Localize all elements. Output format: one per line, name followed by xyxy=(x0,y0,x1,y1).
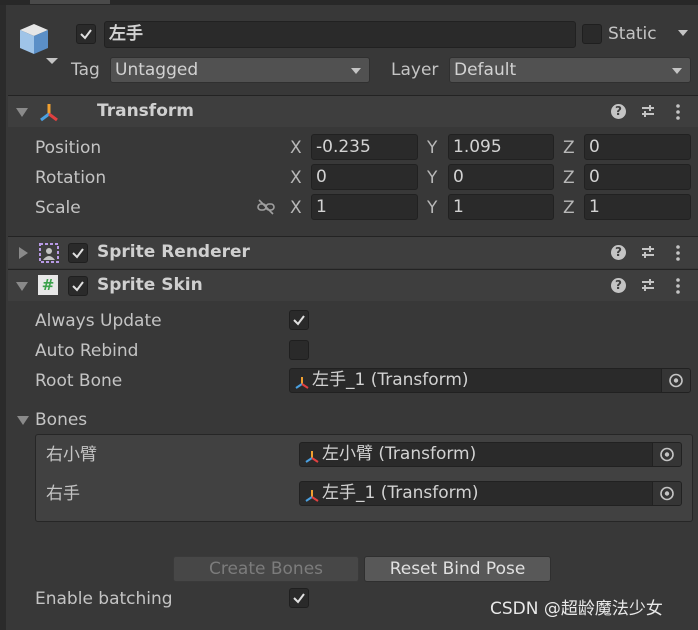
transform-axes-icon xyxy=(304,447,320,466)
enable-batching-checkbox[interactable] xyxy=(289,588,309,608)
object-name-input[interactable]: 左手 xyxy=(104,21,576,48)
position-label: Position xyxy=(35,138,102,158)
help-icon[interactable]: ? xyxy=(611,245,626,260)
sprite-skin-enabled-toggle[interactable] xyxy=(68,276,88,296)
scale-y-value: 1 xyxy=(453,197,464,217)
position-y-value: 1.095 xyxy=(453,137,502,157)
scale-z-value: 1 xyxy=(589,197,600,217)
scale-z-field[interactable]: 1 xyxy=(584,194,691,220)
top-tab-stub xyxy=(30,0,110,4)
position-x-field[interactable]: -0.235 xyxy=(311,134,418,160)
enable-batching-label: Enable batching xyxy=(35,589,173,609)
bone-object-field[interactable]: 左小臂 (Transform) xyxy=(299,442,682,467)
root-bone-object-field[interactable]: 左手_1 (Transform) xyxy=(289,368,691,393)
position-z-axis[interactable]: Z xyxy=(563,138,575,158)
always-update-label: Always Update xyxy=(35,311,162,331)
root-bone-value: 左手_1 (Transform) xyxy=(312,370,469,390)
auto-rebind-checkbox[interactable] xyxy=(289,340,309,360)
sprite-renderer-header[interactable]: Sprite Renderer ? xyxy=(8,236,698,268)
help-icon[interactable]: ? xyxy=(611,104,626,119)
foldout-expanded-icon[interactable] xyxy=(16,282,28,291)
chevron-down-icon xyxy=(351,68,361,74)
rotation-y-axis[interactable]: Y xyxy=(427,168,437,188)
rotation-y-field[interactable]: 0 xyxy=(448,164,554,190)
sprite-renderer-icon xyxy=(38,242,60,269)
scale-y-field[interactable]: 1 xyxy=(448,194,554,220)
kebab-menu-icon[interactable] xyxy=(675,245,681,266)
auto-rebind-label: Auto Rebind xyxy=(35,341,139,361)
rotation-x-value: 0 xyxy=(316,167,327,187)
kebab-menu-icon[interactable] xyxy=(675,104,681,125)
scale-label: Scale xyxy=(35,198,81,218)
bone-value: 左手_1 (Transform) xyxy=(322,483,479,503)
position-x-value: -0.235 xyxy=(316,137,371,157)
object-picker-icon[interactable] xyxy=(652,443,681,466)
bone-object-field[interactable]: 左手_1 (Transform) xyxy=(299,481,682,506)
rotation-x-axis[interactable]: X xyxy=(290,168,302,188)
rotation-x-field[interactable]: 0 xyxy=(311,164,418,190)
presets-icon[interactable] xyxy=(640,103,656,124)
foldout-collapsed-icon[interactable] xyxy=(19,247,28,259)
tag-value: Untagged xyxy=(115,60,199,80)
rotation-z-axis[interactable]: Z xyxy=(563,168,575,188)
layer-label: Layer xyxy=(391,60,439,80)
scale-x-axis[interactable]: X xyxy=(290,198,302,218)
position-z-value: 0 xyxy=(589,137,600,157)
position-y-field[interactable]: 1.095 xyxy=(448,134,554,160)
scale-x-field[interactable]: 1 xyxy=(311,194,418,220)
reset-bind-pose-button[interactable]: Reset Bind Pose xyxy=(364,556,551,582)
left-panel-edge xyxy=(0,0,6,630)
help-icon[interactable]: ? xyxy=(611,278,626,293)
chevron-down-icon xyxy=(672,68,682,74)
constrain-proportions-link-icon[interactable] xyxy=(256,198,276,221)
presets-icon[interactable] xyxy=(640,244,656,265)
transform-header[interactable]: Transform ? xyxy=(8,95,698,127)
rotation-label: Rotation xyxy=(35,168,107,188)
tag-dropdown[interactable]: Untagged xyxy=(110,57,370,83)
always-update-checkbox[interactable] xyxy=(289,310,309,330)
tag-label: Tag xyxy=(71,60,100,80)
sprite-skin-header[interactable]: # Sprite Skin ? xyxy=(8,269,698,301)
bone-item-label: 右小臂 xyxy=(46,445,97,465)
active-toggle[interactable] xyxy=(76,24,96,44)
watermark: CSDN @超龄魔法少女 xyxy=(490,599,663,619)
transform-axes-icon xyxy=(38,102,60,127)
kebab-menu-icon[interactable] xyxy=(675,278,681,299)
static-label: Static xyxy=(608,24,657,44)
bones-label: Bones xyxy=(35,410,88,430)
rotation-y-value: 0 xyxy=(453,167,464,187)
script-hash-icon: # xyxy=(38,275,58,295)
bone-item-label: 右手 xyxy=(46,484,80,504)
bone-value: 左小臂 (Transform) xyxy=(322,444,477,464)
sprite-skin-title: Sprite Skin xyxy=(97,275,203,295)
scale-y-axis[interactable]: Y xyxy=(427,198,437,218)
presets-icon[interactable] xyxy=(640,277,656,298)
foldout-expanded-icon[interactable] xyxy=(16,108,28,117)
object-picker-icon[interactable] xyxy=(661,369,690,392)
bones-foldout-icon[interactable] xyxy=(17,416,29,425)
create-bones-button[interactable]: Create Bones xyxy=(173,556,359,582)
sprite-renderer-title: Sprite Renderer xyxy=(97,242,250,262)
position-z-field[interactable]: 0 xyxy=(584,134,691,160)
gameobject-cube-icon[interactable] xyxy=(16,20,60,69)
transform-axes-icon xyxy=(304,486,320,505)
position-y-axis[interactable]: Y xyxy=(427,138,437,158)
layer-dropdown[interactable]: Default xyxy=(449,57,691,83)
position-x-axis[interactable]: X xyxy=(290,138,302,158)
object-picker-icon[interactable] xyxy=(652,482,681,505)
layer-value: Default xyxy=(454,60,517,80)
scale-z-axis[interactable]: Z xyxy=(563,198,575,218)
transform-title: Transform xyxy=(97,101,194,121)
object-name-text: 左手 xyxy=(109,24,143,44)
root-bone-label: Root Bone xyxy=(35,371,123,391)
scale-x-value: 1 xyxy=(316,197,327,217)
static-dropdown-arrow-icon[interactable] xyxy=(678,30,688,36)
sprite-renderer-enabled-toggle[interactable] xyxy=(68,243,88,263)
transform-axes-icon xyxy=(294,373,310,392)
rotation-z-value: 0 xyxy=(589,167,600,187)
static-checkbox[interactable] xyxy=(582,24,602,44)
rotation-z-field[interactable]: 0 xyxy=(584,164,691,190)
